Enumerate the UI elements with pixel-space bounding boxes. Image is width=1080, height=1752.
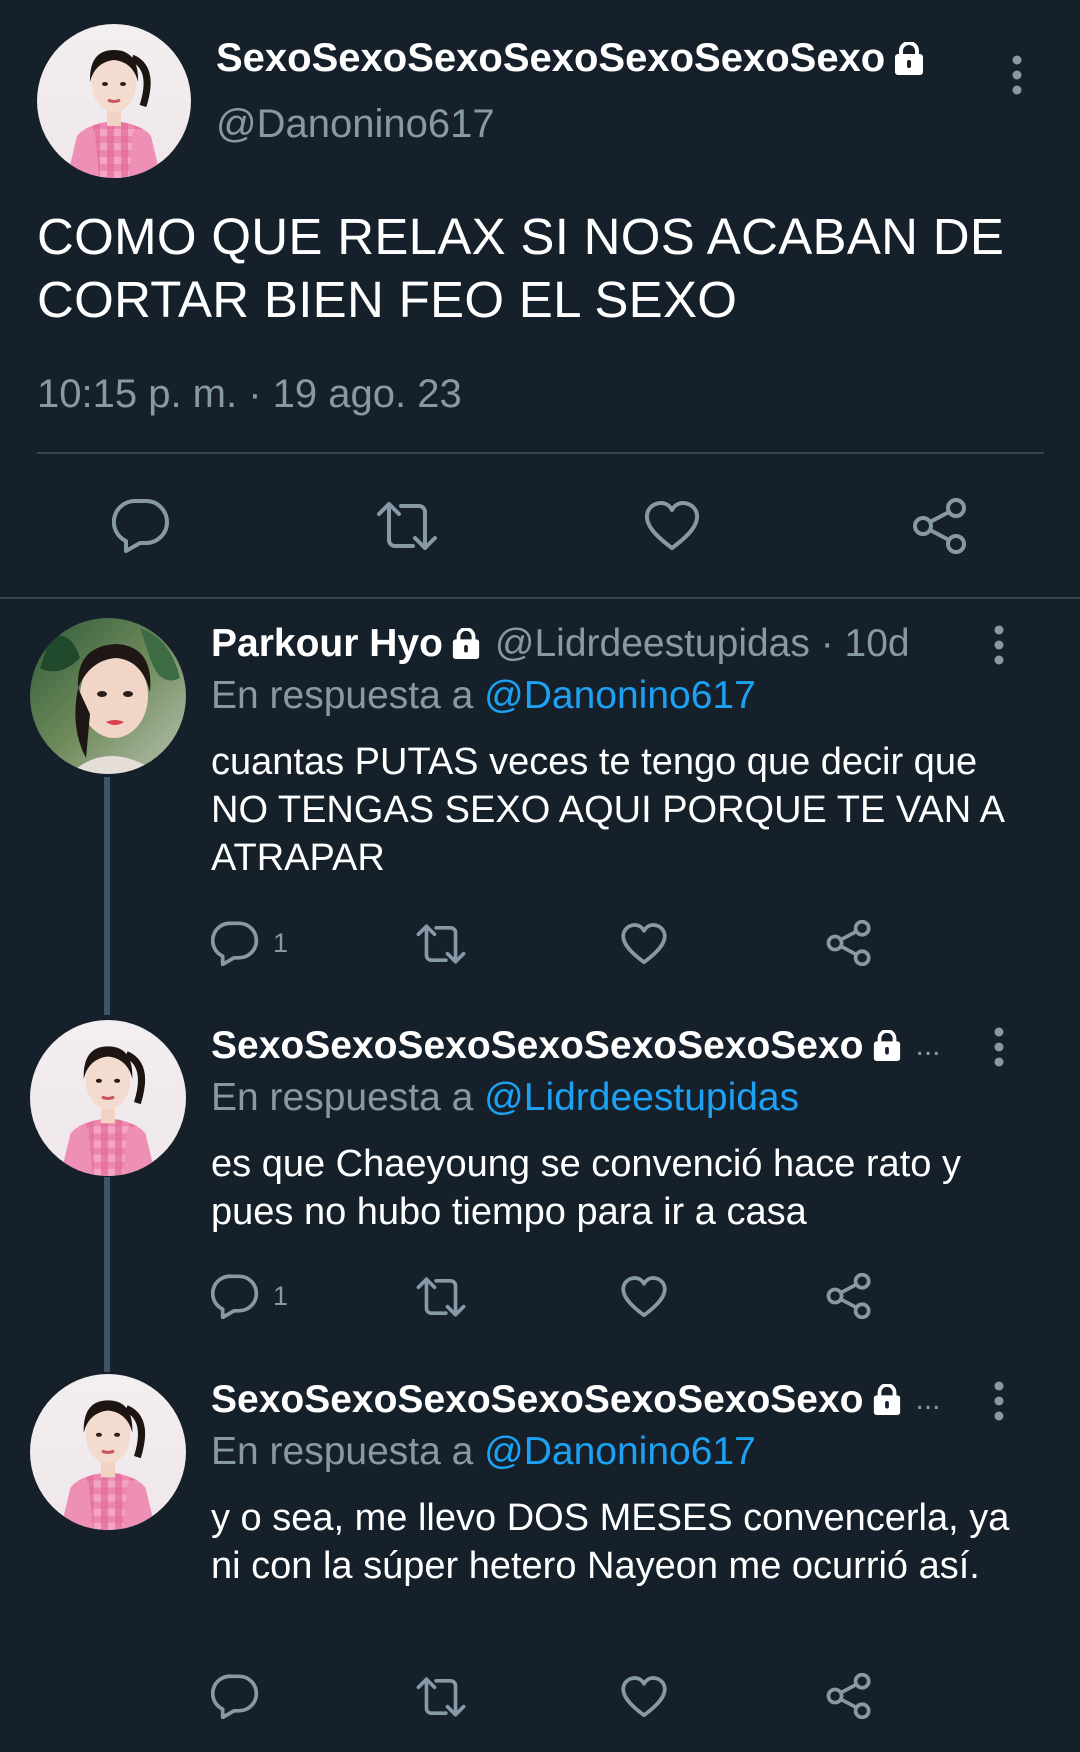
avatar-photo [30, 1020, 186, 1176]
tweet-timestamp[interactable]: 10:15 p. m. · 19 ago. 23 [37, 372, 462, 417]
thread-line [104, 1177, 110, 1372]
reply-header: Parkour Hyo @Lidrdeestupidas · 10d [211, 622, 910, 666]
author-handle[interactable]: @Lidrdeestupidas · 10d [495, 622, 910, 666]
retweet-icon [416, 1277, 466, 1317]
like-icon [621, 1276, 667, 1318]
lock-icon [872, 1384, 902, 1416]
share-button[interactable] [825, 1673, 873, 1719]
divider [37, 452, 1044, 454]
share-button[interactable] [911, 498, 969, 554]
reply-to-label: En respuesta a [211, 1430, 485, 1473]
reply-context: En respuesta a @Danonino617 [211, 1430, 756, 1474]
reply-to-label: En respuesta a [211, 674, 485, 717]
like-button[interactable] [620, 922, 668, 966]
retweet-button[interactable] [413, 1276, 469, 1318]
reply-count: 1 [273, 927, 289, 958]
truncated-handle: ... [915, 1383, 941, 1416]
lock-icon [893, 41, 925, 76]
reply-text: es que Chaeyoung se convenció hace rato … [211, 1143, 961, 1233]
display-name[interactable]: SexoSexoSexoSexoSexoSexoSexo [211, 1024, 864, 1068]
like-icon [621, 1676, 667, 1718]
more-options-button[interactable] [1002, 50, 1032, 100]
section-divider [0, 597, 1080, 599]
reply-context: En respuesta a @Danonino617 [211, 674, 756, 718]
avatar[interactable] [30, 1374, 186, 1530]
like-button[interactable] [620, 1675, 668, 1719]
thread-line [104, 777, 110, 1015]
avatar-photo [30, 1374, 186, 1530]
main-tweet: SexoSexoSexoSexoSexoSexoSexo @Danonino61… [0, 0, 1080, 597]
more-vertical-icon [994, 1027, 1004, 1067]
more-vertical-icon [994, 1381, 1004, 1421]
reply-text: y o sea, me llevo DOS MESES convencerla,… [211, 1497, 1010, 1587]
more-options-button[interactable] [984, 620, 1014, 670]
reply-header: SexoSexoSexoSexoSexoSexoSexo ... [211, 1378, 941, 1422]
reply-context: En respuesta a @Lidrdeestupidas [211, 1076, 799, 1120]
reply-button[interactable]: 1 [211, 920, 288, 966]
reply-to-mention[interactable]: @Lidrdeestupidas [484, 1076, 799, 1119]
reply-icon [211, 1674, 259, 1719]
like-button[interactable] [643, 500, 701, 552]
avatar-photo [30, 618, 186, 774]
retweet-icon [377, 502, 437, 550]
reply-button[interactable] [211, 1673, 273, 1719]
truncated-handle: ... [915, 1029, 941, 1062]
display-name[interactable]: Parkour Hyo [211, 622, 443, 666]
lock-icon [451, 628, 481, 660]
avatar[interactable] [30, 1020, 186, 1176]
more-vertical-icon [1012, 55, 1022, 95]
share-button[interactable] [825, 1273, 873, 1319]
tweet-thread-screen: SexoSexoSexoSexoSexoSexoSexo @Danonino61… [0, 0, 1080, 1752]
more-vertical-icon [994, 625, 1004, 665]
retweet-icon [416, 1677, 466, 1717]
reply-icon [211, 1274, 259, 1319]
author-name[interactable]: SexoSexoSexoSexoSexoSexoSexo [216, 36, 925, 81]
lock-icon [872, 1030, 902, 1062]
more-options-button[interactable] [984, 1376, 1014, 1426]
like-button[interactable] [620, 1275, 668, 1319]
share-button[interactable] [825, 920, 873, 966]
avatar-photo [37, 24, 191, 178]
reply-count: 1 [273, 1280, 289, 1311]
reply-icon [211, 921, 259, 966]
avatar[interactable] [37, 24, 191, 178]
retweet-button[interactable] [413, 923, 469, 965]
reply-to-label: En respuesta a [211, 1076, 485, 1119]
share-icon [826, 1273, 871, 1319]
reply-icon [112, 498, 169, 553]
avatar[interactable] [30, 618, 186, 774]
tweet-text: COMO QUE RELAX SI NOS ACABAN DE CORTAR B… [37, 208, 1005, 328]
reply-header: SexoSexoSexoSexoSexoSexoSexo ... [211, 1024, 941, 1068]
like-icon [621, 923, 667, 965]
reply-text: cuantas PUTAS veces te tengo que decir q… [211, 741, 1003, 879]
share-icon [826, 920, 871, 966]
share-icon [913, 498, 966, 554]
retweet-icon [416, 924, 466, 964]
like-icon [644, 501, 700, 550]
display-name: SexoSexoSexoSexoSexoSexoSexo [216, 36, 886, 80]
author-handle[interactable]: @Danonino617 [216, 102, 495, 147]
reply-to-mention[interactable]: @Danonino617 [484, 1430, 756, 1473]
retweet-button[interactable] [413, 1676, 469, 1718]
display-name[interactable]: SexoSexoSexoSexoSexoSexoSexo [211, 1378, 864, 1422]
share-icon [826, 1673, 871, 1719]
retweet-button[interactable] [373, 500, 441, 552]
reply-button[interactable] [112, 497, 170, 553]
reply-to-mention[interactable]: @Danonino617 [484, 674, 756, 717]
reply-button[interactable]: 1 [211, 1273, 288, 1319]
more-options-button[interactable] [984, 1022, 1014, 1072]
